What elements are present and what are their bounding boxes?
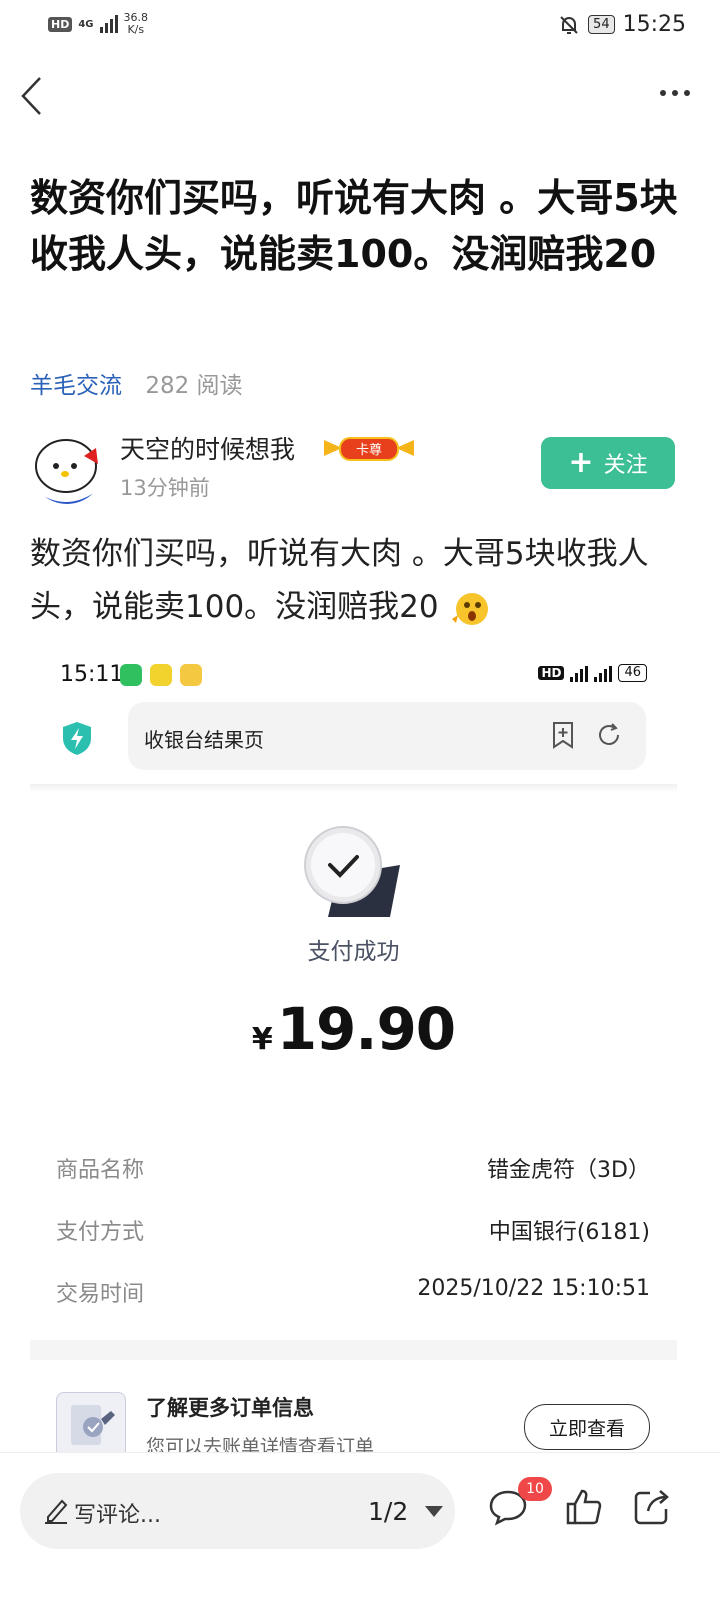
app-icon bbox=[150, 664, 172, 686]
post-body-text: 数资你们买吗，听说有大肉 。大哥5块收我人头，说能卖100。没润赔我20 bbox=[30, 536, 649, 625]
divider bbox=[30, 784, 677, 792]
net-speed-unit: K/s bbox=[127, 23, 145, 36]
like-icon[interactable] bbox=[564, 1487, 604, 1527]
post-meta: 羊毛交流 282 阅读 bbox=[30, 366, 243, 400]
share-icon[interactable] bbox=[632, 1487, 672, 1527]
detail-row: 商品名称 错金虎符（3D） bbox=[56, 1152, 650, 1186]
battery-icon: 54 bbox=[588, 15, 615, 34]
detail-row: 交易时间 2025/10/22 15:10:51 bbox=[56, 1276, 650, 1310]
detail-value: 中国银行(6181) bbox=[488, 1220, 650, 1245]
back-arrow-icon[interactable] bbox=[20, 76, 56, 116]
notes-icon bbox=[180, 664, 202, 686]
inner-status-bar: 15:11 HD 46 bbox=[30, 650, 677, 700]
bell-muted-icon bbox=[560, 15, 578, 34]
signal-icon bbox=[570, 664, 589, 682]
status-left: HD 4G 36.8 K/s bbox=[48, 12, 148, 36]
comment-count-badge: 10 bbox=[518, 1477, 552, 1501]
dropdown-arrow-icon[interactable] bbox=[425, 1506, 443, 1517]
url-bar[interactable]: 收银台结果页 bbox=[128, 702, 646, 770]
pen-icon bbox=[45, 1499, 68, 1524]
detail-label: 商品名称 bbox=[56, 1158, 145, 1183]
detail-value: 错金虎符（3D） bbox=[487, 1158, 650, 1183]
hd-icon: HD bbox=[538, 666, 565, 680]
inner-status-time: 15:11 bbox=[60, 662, 124, 687]
section-separator bbox=[30, 1340, 677, 1360]
follow-button[interactable]: + 关注 bbox=[541, 437, 675, 489]
currency-symbol: ¥ bbox=[251, 1022, 273, 1057]
bookmark-add-icon[interactable] bbox=[548, 720, 578, 750]
status-bar: HD 4G 36.8 K/s 54 15:25 bbox=[0, 0, 720, 50]
status-time: 15:25 bbox=[622, 12, 686, 37]
comment-input[interactable]: 写评论... 1/2 bbox=[20, 1473, 455, 1549]
payment-amount: ¥19.90 bbox=[30, 995, 677, 1063]
embedded-screenshot[interactable]: 15:11 HD 46 收银台结果页 支付成功 ¥19.90 商品名称 错金虎符… bbox=[30, 650, 677, 1452]
post-body: 数资你们买吗，听说有大肉 。大哥5块收我人头，说能卖100。没润赔我20 bbox=[30, 528, 690, 634]
follow-label: 关注 bbox=[603, 453, 648, 478]
author-name[interactable]: 天空的时候想我 bbox=[120, 430, 295, 466]
signal-icon bbox=[594, 664, 613, 682]
network-type: 4G bbox=[78, 18, 94, 30]
detail-label: 支付方式 bbox=[56, 1220, 145, 1245]
net-speed: 36.8 K/s bbox=[124, 12, 149, 36]
read-count: 282 阅读 bbox=[145, 373, 243, 399]
plus-icon: + bbox=[568, 445, 594, 480]
view-now-button[interactable]: 立即查看 bbox=[524, 1404, 650, 1450]
security-shield-icon bbox=[63, 722, 91, 755]
signal-icon bbox=[99, 15, 118, 33]
more-info-title: 了解更多订单信息 bbox=[146, 1396, 314, 1420]
page-title: 收银台结果页 bbox=[144, 728, 264, 752]
vip-badge: 卡尊 bbox=[322, 434, 416, 462]
wechat-icon bbox=[120, 664, 142, 686]
more-info-subtitle: 您可以去账单详情查看订单 bbox=[146, 1436, 375, 1452]
payment-success-icon bbox=[304, 826, 400, 917]
category-link[interactable]: 羊毛交流 bbox=[30, 373, 122, 399]
refresh-icon[interactable] bbox=[594, 720, 624, 750]
bottom-action-bar: 写评论... 1/2 10 bbox=[0, 1452, 720, 1601]
battery-icon: 46 bbox=[618, 664, 647, 682]
post-time: 13分钟前 bbox=[120, 476, 210, 500]
detail-label: 交易时间 bbox=[56, 1282, 145, 1307]
surprised-emoji-icon bbox=[452, 592, 489, 625]
detail-value: 2025/10/22 15:10:51 bbox=[417, 1276, 650, 1301]
vip-badge-text: 卡尊 bbox=[356, 442, 382, 458]
detail-row: 支付方式 中国银行(6181) bbox=[56, 1214, 650, 1248]
avatar[interactable] bbox=[30, 430, 104, 504]
post-title: 数资你们买吗，听说有大肉 。大哥5块收我人头，说能卖100。没润赔我20 bbox=[30, 176, 678, 276]
amount-value: 19.90 bbox=[276, 995, 456, 1063]
receipt-icon bbox=[56, 1392, 126, 1452]
more-options-icon[interactable] bbox=[660, 90, 690, 96]
status-right: 54 15:25 bbox=[558, 12, 686, 37]
payment-status: 支付成功 bbox=[307, 939, 400, 965]
inner-status-right: HD 46 bbox=[538, 664, 647, 682]
comment-placeholder: 写评论... bbox=[74, 1503, 161, 1528]
hd-icon: HD bbox=[48, 16, 73, 32]
page-indicator[interactable]: 1/2 bbox=[368, 1497, 408, 1526]
